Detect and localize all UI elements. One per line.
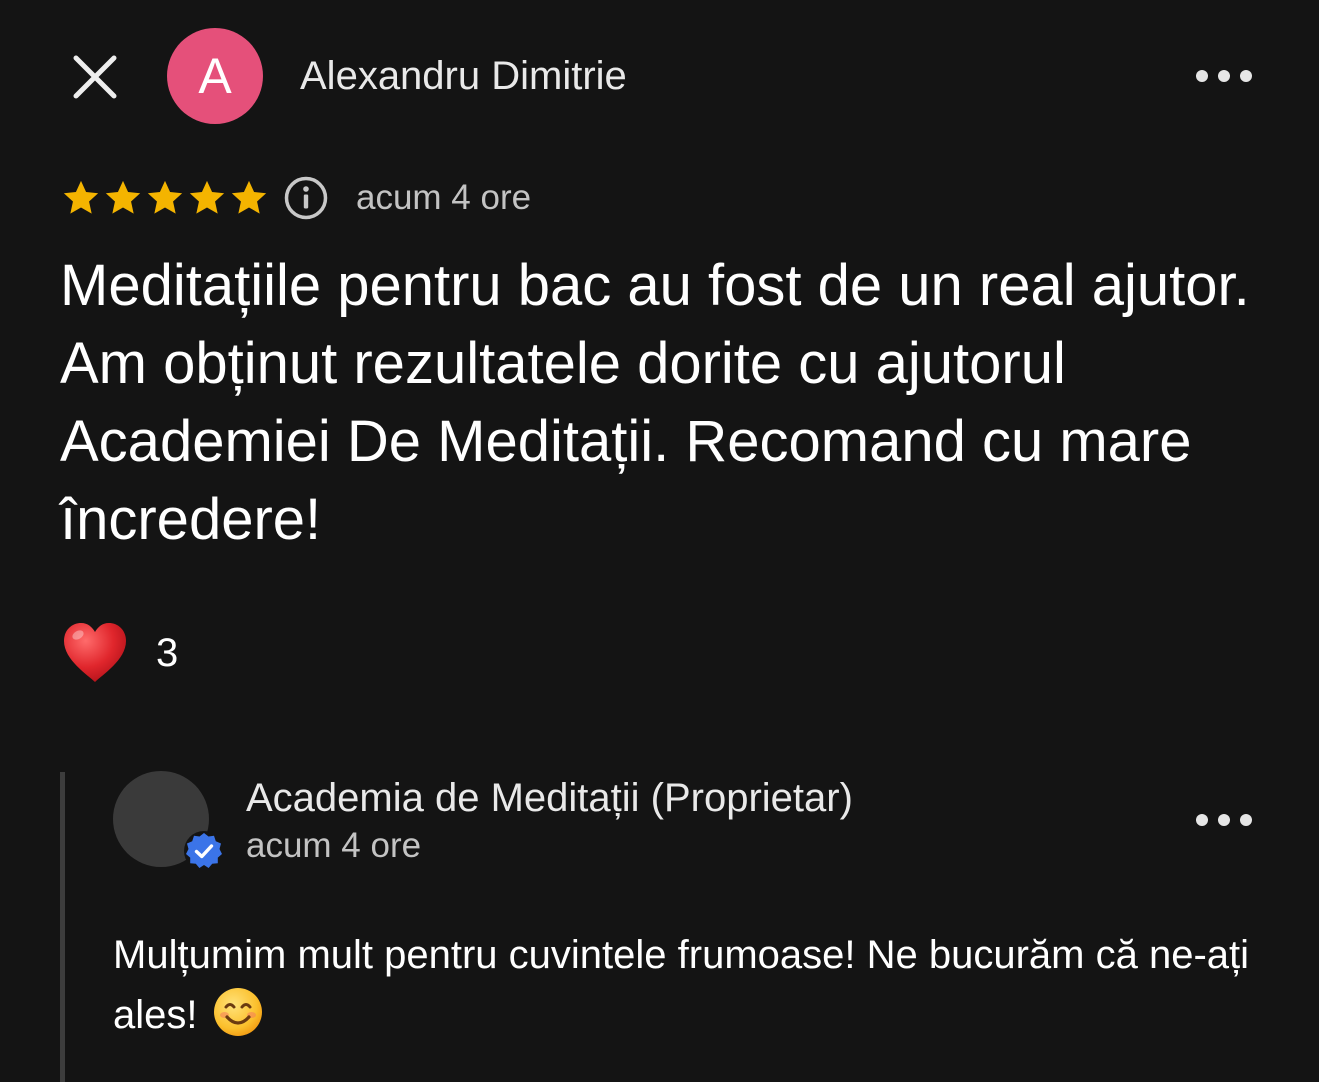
info-button[interactable] (283, 175, 329, 221)
review-more-options-button[interactable] (1196, 62, 1252, 90)
reply-timestamp: acum 4 ore (246, 826, 422, 865)
more-options-dot (1218, 70, 1230, 82)
info-icon (284, 176, 328, 220)
heart-icon (64, 623, 126, 682)
reply-more-options-button[interactable] (1196, 806, 1252, 834)
author-avatar-initial: A (198, 48, 232, 104)
more-options-dot (1240, 70, 1252, 82)
more-options-dot (1218, 814, 1230, 826)
star-icon (63, 180, 99, 214)
author-name[interactable]: Alexandru Dimitrie (300, 50, 627, 102)
close-button[interactable] (66, 48, 124, 106)
verified-badge-icon (184, 831, 224, 871)
owner-name[interactable]: Academia de Meditații (Proprietar) (246, 772, 853, 824)
star-rating (60, 176, 270, 220)
more-options-icon (1196, 814, 1208, 826)
star-icon (105, 180, 141, 214)
more-options-icon (1196, 70, 1208, 82)
author-avatar[interactable]: A (167, 28, 263, 124)
reply-text: Mulțumim mult pentru cuvintele frumoase!… (113, 925, 1273, 1045)
star-icon (147, 180, 183, 214)
review-timestamp: acum 4 ore (356, 178, 532, 217)
verified-badge (183, 830, 225, 872)
close-icon (73, 55, 117, 99)
reaction-count: 3 (156, 631, 179, 675)
star-icon (189, 180, 225, 214)
star-icon (231, 180, 267, 214)
heart-reaction-button[interactable] (60, 618, 130, 688)
reply-indent-bar (60, 772, 65, 1082)
more-options-dot (1240, 814, 1252, 826)
smiling-face-emoji (213, 988, 262, 1036)
reply-text-content: Mulțumim mult pentru cuvintele frumoase!… (113, 933, 1250, 1037)
review-text: Meditațiile pentru bac au fost de un rea… (60, 253, 1250, 552)
